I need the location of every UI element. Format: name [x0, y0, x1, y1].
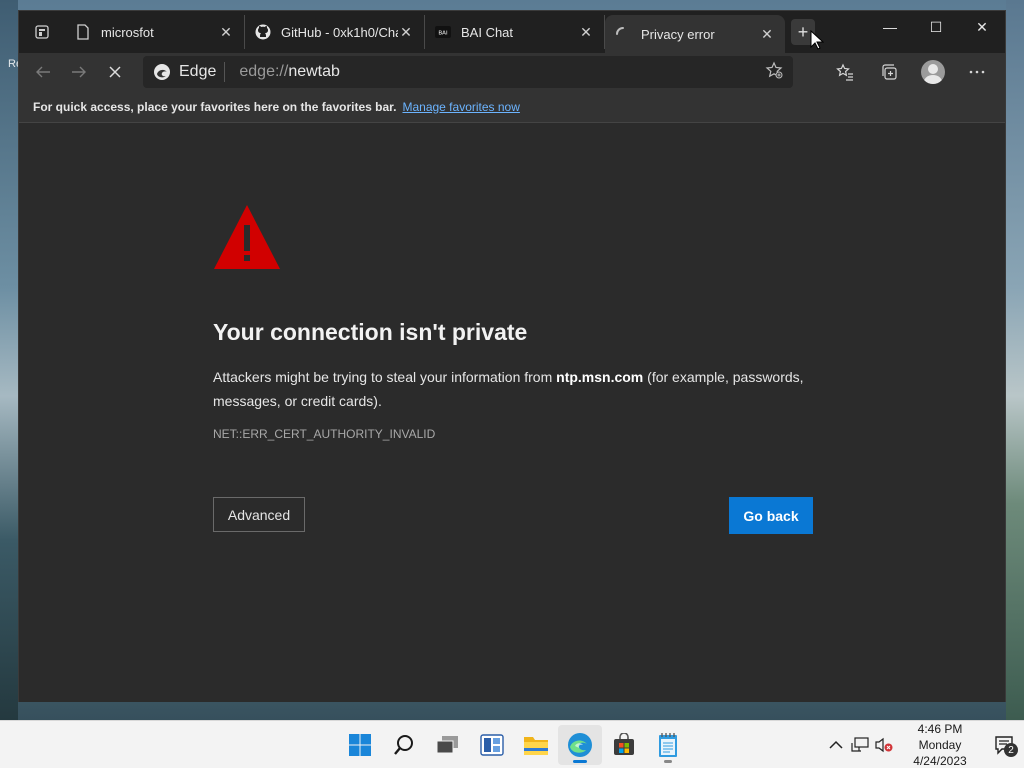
arrow-right-icon — [72, 66, 86, 78]
chevron-up-icon — [829, 740, 843, 749]
favorites-list-icon — [836, 63, 853, 81]
volume-button[interactable] — [872, 737, 896, 753]
warning-icon — [214, 205, 280, 269]
error-page: Your connection isn't private Attackers … — [19, 123, 1005, 702]
tab-close-icon[interactable]: ✕ — [398, 24, 414, 41]
tab-title: Privacy error — [641, 26, 715, 42]
browser-window: microsfot ✕ GitHub - 0xk1h0/ChatGPT ✕ BA… — [18, 10, 1006, 702]
notepad-icon — [659, 733, 677, 757]
tab-actions-icon — [35, 25, 49, 39]
volume-muted-icon — [875, 737, 893, 753]
start-button[interactable] — [338, 725, 382, 765]
network-icon — [851, 737, 869, 752]
tab-close-icon[interactable]: ✕ — [218, 24, 234, 41]
clock-date: 4/24/2023 — [913, 754, 967, 768]
start-icon — [349, 734, 371, 756]
show-hidden-icons-button[interactable] — [824, 740, 848, 750]
tab-close-icon[interactable]: ✕ — [578, 24, 594, 41]
url-path: newtab — [288, 63, 340, 80]
favorites-button[interactable] — [823, 56, 867, 88]
favorites-bar-hint: For quick access, place your favorites h… — [33, 99, 397, 114]
settings-more-button[interactable] — [955, 56, 999, 88]
maximize-button[interactable]: ☐ — [913, 11, 959, 43]
store-icon — [614, 733, 634, 755]
desktop-wallpaper-left — [0, 0, 18, 720]
url-scheme: edge:// — [239, 63, 289, 80]
mouse-cursor-icon — [810, 30, 824, 50]
collections-button[interactable] — [867, 56, 911, 88]
file-explorer-icon — [524, 737, 548, 755]
tab-actions-button[interactable] — [19, 11, 65, 53]
tab-close-icon[interactable]: ✕ — [759, 26, 775, 43]
arrow-left-icon — [36, 66, 50, 78]
search-button[interactable] — [382, 725, 426, 765]
favorites-bar: For quick access, place your favorites h… — [19, 91, 1005, 123]
store-button[interactable] — [602, 725, 646, 765]
widgets-button[interactable] — [470, 725, 514, 765]
edge-taskbar-button[interactable] — [558, 725, 602, 765]
widgets-icon — [480, 734, 504, 756]
error-code: NET::ERR_CERT_AUTHORITY_INVALID — [213, 427, 436, 441]
go-back-button[interactable]: Go back — [729, 497, 813, 534]
file-explorer-button[interactable] — [514, 725, 558, 765]
task-view-button[interactable] — [426, 725, 470, 765]
notification-center-button[interactable]: 2 — [984, 725, 1024, 765]
clock-time: 4:46 PM — [917, 722, 963, 736]
back-button[interactable] — [25, 56, 61, 88]
forward-button[interactable] — [61, 56, 97, 88]
notification-count-badge: 2 — [1004, 743, 1018, 757]
edge-brand-label: Edge — [179, 63, 217, 80]
clock[interactable]: 4:46 PM Monday 4/24/2023 — [902, 721, 978, 768]
tab-title: GitHub - 0xk1h0/ChatGPT — [281, 24, 398, 40]
search-icon — [394, 735, 413, 755]
tab-github[interactable]: GitHub - 0xk1h0/ChatGPT ✕ — [245, 15, 425, 49]
tab-title: BAI Chat — [461, 24, 514, 40]
document-icon — [75, 24, 91, 40]
stop-loading-button[interactable] — [97, 56, 133, 88]
more-icon — [969, 70, 985, 74]
edge-logo-icon — [154, 64, 170, 80]
avatar-icon — [921, 60, 945, 84]
navigation-toolbar: Edge edge://newtab — [19, 53, 1005, 91]
clock-day: Monday — [918, 738, 962, 752]
title-bar: microsfot ✕ GitHub - 0xk1h0/ChatGPT ✕ BA… — [19, 11, 1005, 53]
manage-favorites-link[interactable]: Manage favorites now — [402, 100, 519, 114]
loading-icon — [615, 26, 631, 42]
desktop-wallpaper-right — [1006, 0, 1024, 720]
error-body-prefix: Attackers might be trying to steal your … — [213, 369, 557, 385]
advanced-button[interactable]: Advanced — [213, 497, 305, 532]
error-host: ntp.msn.com — [556, 369, 644, 385]
minimize-button[interactable]: — — [867, 11, 913, 43]
edge-icon — [568, 733, 592, 757]
address-separator — [224, 62, 226, 82]
tab-microsfot[interactable]: microsfot ✕ — [65, 15, 245, 49]
task-view-icon — [436, 736, 458, 754]
tab-title: microsfot — [101, 24, 154, 40]
close-icon — [109, 66, 121, 78]
collections-icon — [882, 64, 897, 80]
toolbar-right-group — [823, 56, 999, 88]
close-window-button[interactable]: ✕ — [959, 11, 1005, 43]
taskbar: 4:46 PM Monday 4/24/2023 2 — [0, 720, 1024, 768]
notepad-button[interactable] — [646, 725, 690, 765]
error-title: Your connection isn't private — [213, 319, 528, 345]
system-tray: 4:46 PM Monday 4/24/2023 2 — [824, 721, 1024, 768]
svg-text:BAI: BAI — [438, 31, 448, 37]
taskbar-apps — [338, 725, 690, 765]
github-icon — [255, 24, 271, 40]
network-button[interactable] — [848, 737, 872, 753]
address-bar[interactable]: Edge edge://newtab — [143, 56, 793, 88]
bai-icon: BAI — [435, 24, 451, 40]
tab-privacy-error[interactable]: Privacy error ✕ — [605, 15, 785, 53]
window-controls: — ☐ ✕ — [867, 11, 1005, 43]
profile-button[interactable] — [911, 56, 955, 88]
error-description: Attackers might be trying to steal your … — [213, 365, 833, 413]
tab-bai-chat[interactable]: BAI BAI Chat ✕ — [425, 15, 605, 49]
add-favorite-star-icon[interactable] — [765, 61, 783, 84]
